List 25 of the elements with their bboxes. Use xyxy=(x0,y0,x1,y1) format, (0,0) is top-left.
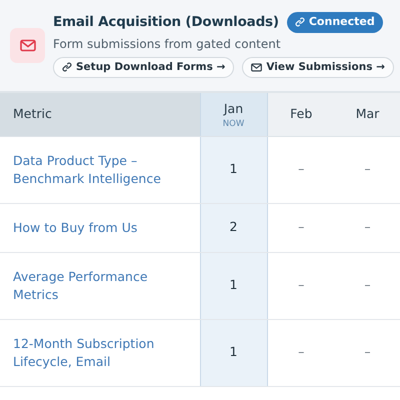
action-button[interactable]: View Submissions → xyxy=(242,56,394,78)
link-icon xyxy=(62,62,72,72)
table-cell: – xyxy=(267,203,335,252)
column-header: Metric xyxy=(0,93,200,136)
connected-badge: Connected xyxy=(286,12,383,32)
table-cell: – xyxy=(267,319,335,386)
table-cell: – xyxy=(335,252,400,319)
table-cell: 1 xyxy=(200,252,267,319)
table-cell: – xyxy=(335,136,400,203)
card-title: Email Acquisition (Downloads) xyxy=(53,13,279,32)
table-cell: 1 xyxy=(200,136,267,203)
column-header: Feb xyxy=(267,93,335,136)
table-cell: – xyxy=(267,136,335,203)
envelope-icon xyxy=(20,39,36,52)
table-cell: – xyxy=(267,252,335,319)
column-header: Jan NOW xyxy=(200,93,267,136)
action-button[interactable]: Setup Download Forms → xyxy=(53,56,234,78)
table-cell: 1 xyxy=(200,319,267,386)
table-cell: – xyxy=(335,203,400,252)
table-cell: – xyxy=(335,319,400,386)
envelope-icon xyxy=(251,62,262,72)
column-header: Mar xyxy=(335,93,400,136)
card-subtitle: Form submissions from gated content xyxy=(53,36,282,52)
link-icon xyxy=(294,17,305,28)
table-cell: 2 xyxy=(200,203,267,252)
